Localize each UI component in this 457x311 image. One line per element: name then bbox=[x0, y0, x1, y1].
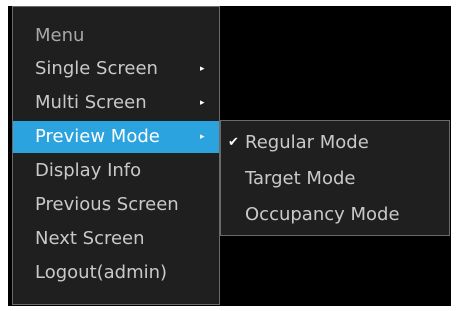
menu-item-display-info[interactable]: Display Info bbox=[13, 155, 219, 187]
submenu-item-label: Regular Mode bbox=[245, 132, 369, 153]
menu-item-label: Previous Screen bbox=[35, 194, 179, 215]
checkmark-icon: ✔ bbox=[228, 135, 239, 150]
menu-item-multi-screen[interactable]: Multi Screen ▸ bbox=[13, 87, 219, 119]
menu-item-single-screen[interactable]: Single Screen ▸ bbox=[13, 53, 219, 85]
chevron-right-icon: ▸ bbox=[200, 64, 205, 74]
context-menu: Menu Single Screen ▸ Multi Screen ▸ Prev… bbox=[12, 6, 220, 305]
menu-item-label: Next Screen bbox=[35, 228, 145, 249]
menu-item-label: Preview Mode bbox=[35, 126, 160, 147]
menu-item-label: Multi Screen bbox=[35, 92, 147, 113]
submenu-item-label: Occupancy Mode bbox=[245, 204, 400, 225]
menu-item-label: Display Info bbox=[35, 160, 142, 181]
submenu-item-occupancy-mode[interactable]: Occupancy Mode bbox=[221, 199, 449, 231]
chevron-right-icon: ▸ bbox=[200, 98, 205, 108]
submenu-item-target-mode[interactable]: Target Mode bbox=[221, 163, 449, 195]
submenu-item-label: Target Mode bbox=[245, 168, 356, 189]
menu-item-logout[interactable]: Logout(admin) bbox=[13, 257, 219, 289]
screen: Menu Single Screen ▸ Multi Screen ▸ Prev… bbox=[0, 0, 457, 311]
menu-item-label: Logout(admin) bbox=[35, 262, 168, 283]
menu-item-preview-mode[interactable]: Preview Mode ▸ bbox=[13, 121, 219, 153]
submenu-item-regular-mode[interactable]: ✔ Regular Mode bbox=[221, 127, 449, 159]
preview-mode-submenu: ✔ Regular Mode Target Mode Occupancy Mod… bbox=[220, 120, 450, 236]
menu-item-next-screen[interactable]: Next Screen bbox=[13, 223, 219, 255]
menu-item-previous-screen[interactable]: Previous Screen bbox=[13, 189, 219, 221]
chevron-right-icon: ▸ bbox=[200, 132, 205, 142]
menu-item-label: Single Screen bbox=[35, 58, 158, 79]
menu-title: Menu bbox=[35, 25, 85, 46]
